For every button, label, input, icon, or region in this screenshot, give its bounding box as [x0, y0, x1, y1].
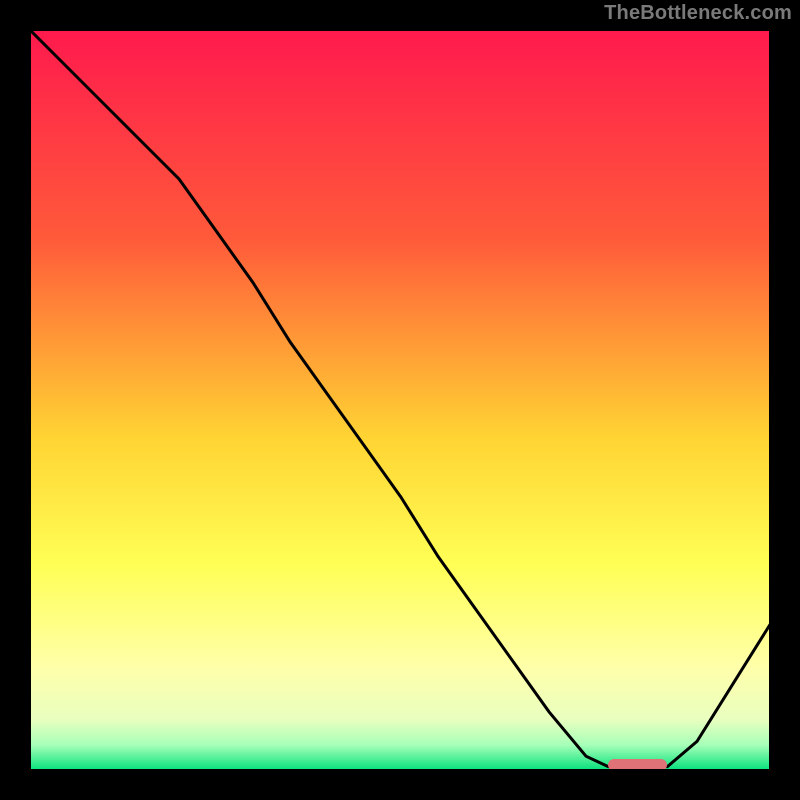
bottleneck-curve: [31, 31, 769, 767]
curve-layer: [31, 31, 769, 769]
plot-frame: [30, 30, 770, 770]
chart-root: TheBottleneck.com: [0, 0, 800, 800]
plot-area: [31, 31, 769, 769]
watermark-text: TheBottleneck.com: [604, 2, 792, 25]
optimal-range-marker: [608, 759, 667, 769]
